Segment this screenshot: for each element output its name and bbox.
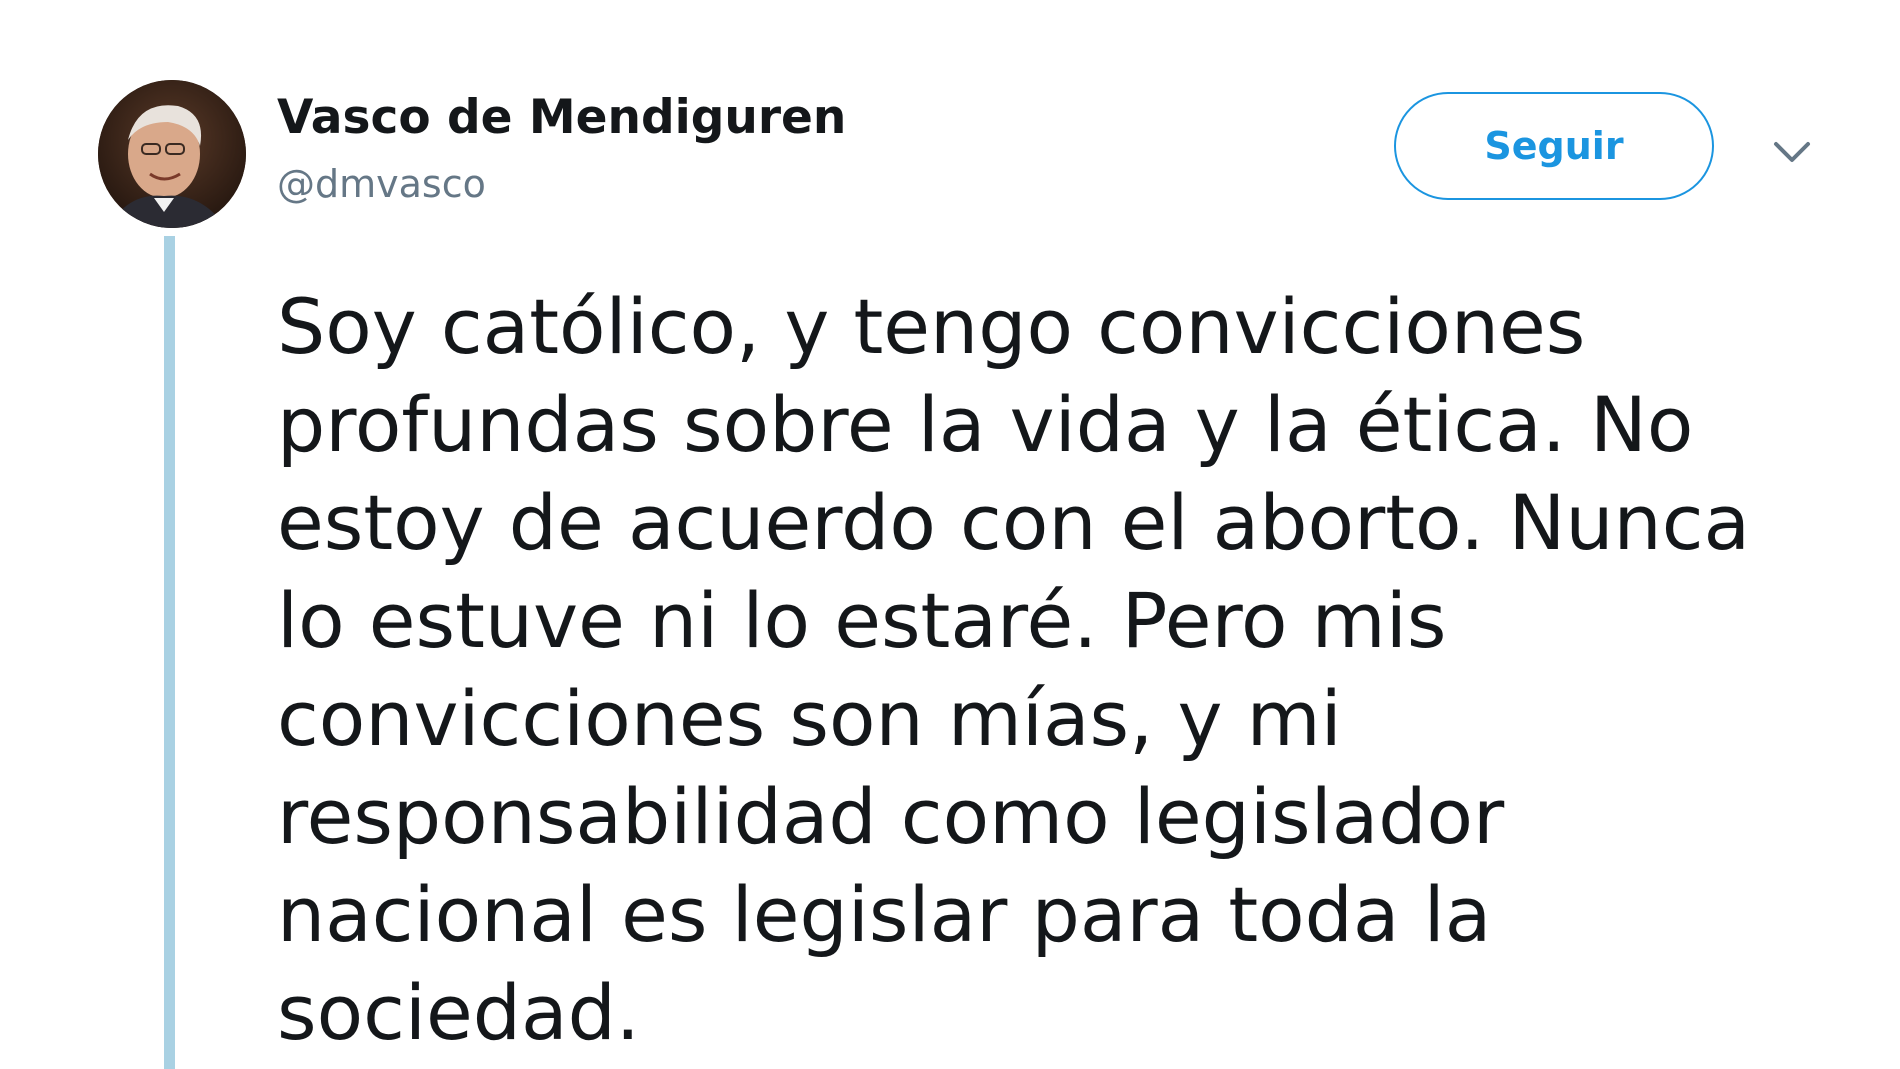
tweet-text-line: sociedad. xyxy=(277,968,640,1057)
avatar[interactable] xyxy=(98,80,246,228)
tweet-text-line: convicciones son mías, y mi xyxy=(277,674,1342,763)
author-handle[interactable]: @dmvasco xyxy=(277,160,486,208)
tweet-text-line: estoy de acuerdo con el aborto. Nunca xyxy=(277,478,1751,567)
tweet-text-line: responsabilidad como legislador xyxy=(277,772,1505,861)
author-display-name[interactable]: Vasco de Mendiguren xyxy=(277,88,846,148)
chevron-down-icon[interactable] xyxy=(1772,132,1812,172)
thread-line xyxy=(164,236,175,1069)
tweet-text-line: nacional es legislar para toda la xyxy=(277,870,1492,959)
follow-button[interactable]: Seguir xyxy=(1394,92,1714,200)
tweet-text-line: lo estuve ni lo estaré. Pero mis xyxy=(277,576,1447,665)
tweet-text-line: profundas sobre la vida y la ética. No xyxy=(277,380,1694,469)
avatar-photo xyxy=(98,80,246,228)
tweet-text-line: Soy católico, y tengo convicciones xyxy=(277,282,1586,371)
tweet: Vasco de Mendiguren @dmvasco Seguir Soy … xyxy=(0,0,1900,1069)
tweet-text: Soy católico, y tengo convicciones profu… xyxy=(277,278,1757,1062)
